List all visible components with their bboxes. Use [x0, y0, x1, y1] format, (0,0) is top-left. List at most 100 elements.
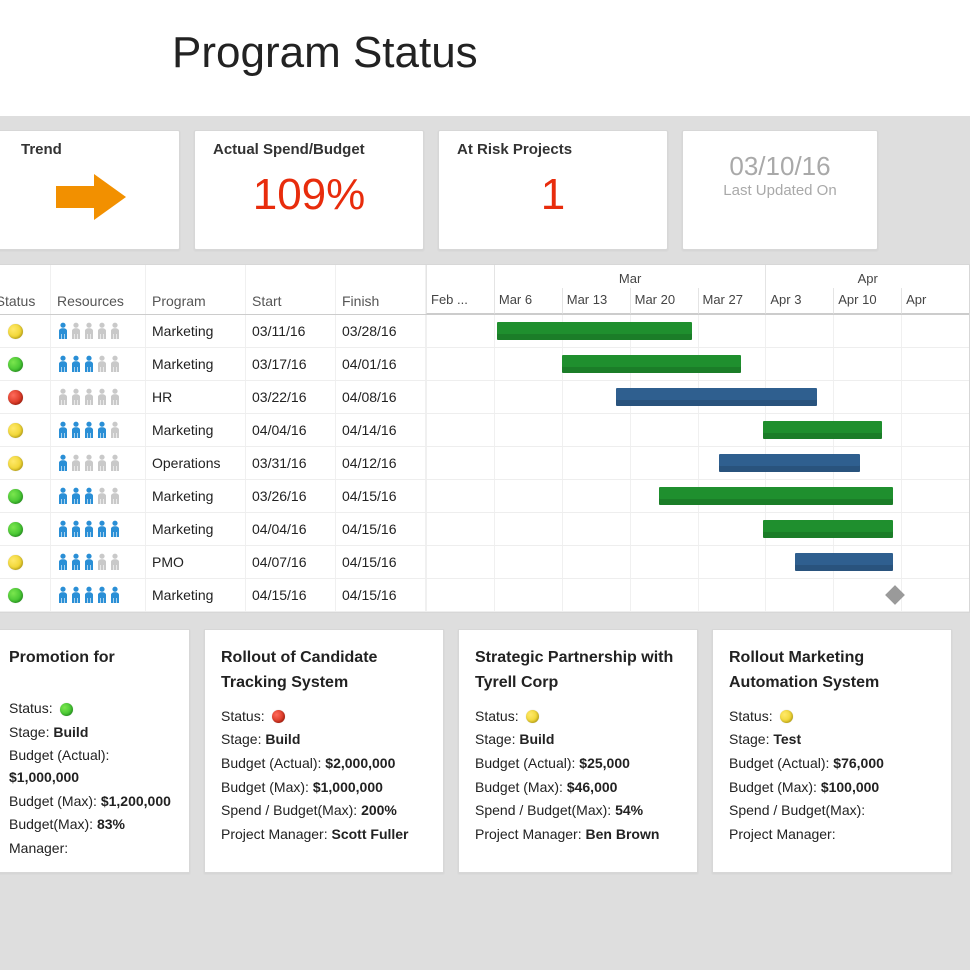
gantt-bar[interactable] — [719, 454, 860, 472]
cell-status — [0, 513, 51, 545]
status-dot-icon — [60, 703, 73, 716]
cell-start: 03/17/16 — [246, 348, 336, 380]
col-program[interactable]: Program — [146, 265, 246, 314]
table-row[interactable]: Marketing 04/04/16 04/14/16 — [0, 414, 969, 447]
cell-start: 04/04/16 — [246, 414, 336, 446]
person-icon — [57, 322, 69, 340]
table-row[interactable]: Marketing 03/26/16 04/15/16 — [0, 480, 969, 513]
cell-resources — [51, 447, 146, 479]
gantt-bar[interactable] — [763, 520, 893, 538]
gantt-bar[interactable] — [616, 388, 817, 406]
person-icon — [109, 520, 121, 538]
kpi-spend[interactable]: Actual Spend/Budget 109% — [194, 130, 424, 250]
person-icon — [96, 520, 108, 538]
gantt-bar[interactable] — [763, 421, 882, 439]
col-start[interactable]: Start — [246, 265, 336, 314]
status-dot-icon — [8, 489, 23, 504]
cell-program: Marketing — [146, 348, 246, 380]
kpi-trend[interactable]: Trend — [0, 130, 180, 250]
project-card[interactable]: Promotion for Status: Stage: Build Budge… — [0, 629, 190, 873]
cell-finish: 03/28/16 — [336, 315, 426, 347]
person-icon — [70, 421, 82, 439]
project-card[interactable]: Strategic Partnership with Tyrell Corp S… — [458, 629, 698, 873]
cell-status — [0, 414, 51, 446]
gantt-bar[interactable] — [497, 322, 692, 340]
cell-start: 03/11/16 — [246, 315, 336, 347]
table-row[interactable]: Operations 03/31/16 04/12/16 — [0, 447, 969, 480]
col-finish[interactable]: Finish — [336, 265, 426, 314]
cell-finish: 04/15/16 — [336, 546, 426, 578]
cell-resources — [51, 381, 146, 413]
gantt-bar[interactable] — [659, 487, 892, 505]
gantt-bar[interactable] — [795, 553, 893, 571]
person-icon — [57, 586, 69, 604]
person-icon — [70, 355, 82, 373]
table-row[interactable]: HR 03/22/16 04/08/16 — [0, 381, 969, 414]
status-dot-icon — [8, 588, 23, 603]
cell-finish: 04/12/16 — [336, 447, 426, 479]
cell-program: Marketing — [146, 579, 246, 611]
person-icon — [109, 388, 121, 406]
kpi-trend-label: Trend — [21, 141, 161, 158]
gantt-cell — [426, 414, 969, 446]
person-icon — [96, 355, 108, 373]
cell-resources — [51, 414, 146, 446]
table-row[interactable]: Marketing 03/17/16 04/01/16 — [0, 348, 969, 381]
person-icon — [83, 421, 95, 439]
person-icon — [57, 487, 69, 505]
status-dot-icon — [8, 423, 23, 438]
kpi-risk[interactable]: At Risk Projects 1 — [438, 130, 668, 250]
person-icon — [70, 553, 82, 571]
cell-start: 04/15/16 — [246, 579, 336, 611]
table-row[interactable]: Marketing 03/11/16 03/28/16 — [0, 315, 969, 348]
table-row[interactable]: Marketing 04/15/16 04/15/16 — [0, 579, 969, 612]
status-dot-icon — [8, 456, 23, 471]
col-status[interactable]: Status — [0, 265, 51, 314]
kpi-risk-label: At Risk Projects — [457, 141, 649, 158]
gantt-cell — [426, 315, 969, 347]
person-icon — [83, 322, 95, 340]
cell-resources — [51, 348, 146, 380]
project-title: Rollout of Candidate Tracking System — [221, 646, 427, 696]
gantt-cell — [426, 480, 969, 512]
col-resources[interactable]: Resources — [51, 265, 146, 314]
table-row[interactable]: Marketing 04/04/16 04/15/16 — [0, 513, 969, 546]
kpi-updated[interactable]: 03/10/16 Last Updated On — [682, 130, 878, 250]
person-icon — [83, 520, 95, 538]
person-icon — [57, 421, 69, 439]
cell-status — [0, 546, 51, 578]
cell-resources — [51, 546, 146, 578]
person-icon — [96, 454, 108, 472]
kpi-row: Trend Actual Spend/Budget 109% At Risk P… — [0, 116, 970, 264]
status-dot-icon — [780, 710, 793, 723]
cell-start: 03/31/16 — [246, 447, 336, 479]
person-icon — [57, 388, 69, 406]
title-bar: Program Status — [0, 0, 970, 116]
person-icon — [109, 421, 121, 439]
gantt-cell — [426, 381, 969, 413]
table-header: Status Resources Program Start Finish Ma… — [0, 265, 969, 315]
status-dot-icon — [8, 555, 23, 570]
cell-start: 03/26/16 — [246, 480, 336, 512]
person-icon — [109, 553, 121, 571]
project-card[interactable]: Rollout of Candidate Tracking System Sta… — [204, 629, 444, 873]
project-card[interactable]: Rollout Marketing Automation System Stat… — [712, 629, 952, 873]
person-icon — [83, 553, 95, 571]
cell-finish: 04/15/16 — [336, 480, 426, 512]
cell-status — [0, 381, 51, 413]
page-title: Program Status — [172, 28, 970, 78]
status-dot-icon — [272, 710, 285, 723]
cell-finish: 04/15/16 — [336, 579, 426, 611]
cell-resources — [51, 513, 146, 545]
cell-status — [0, 348, 51, 380]
cell-status — [0, 315, 51, 347]
cell-program: Marketing — [146, 480, 246, 512]
cell-status — [0, 447, 51, 479]
gantt-bar[interactable] — [562, 355, 741, 373]
cell-program: HR — [146, 381, 246, 413]
cell-program: PMO — [146, 546, 246, 578]
gantt-header: MarApr Feb ...Mar 6Mar 13Mar 20Mar 27Apr… — [426, 265, 969, 314]
cell-program: Marketing — [146, 414, 246, 446]
table-row[interactable]: PMO 04/07/16 04/15/16 — [0, 546, 969, 579]
status-dot-icon — [8, 522, 23, 537]
